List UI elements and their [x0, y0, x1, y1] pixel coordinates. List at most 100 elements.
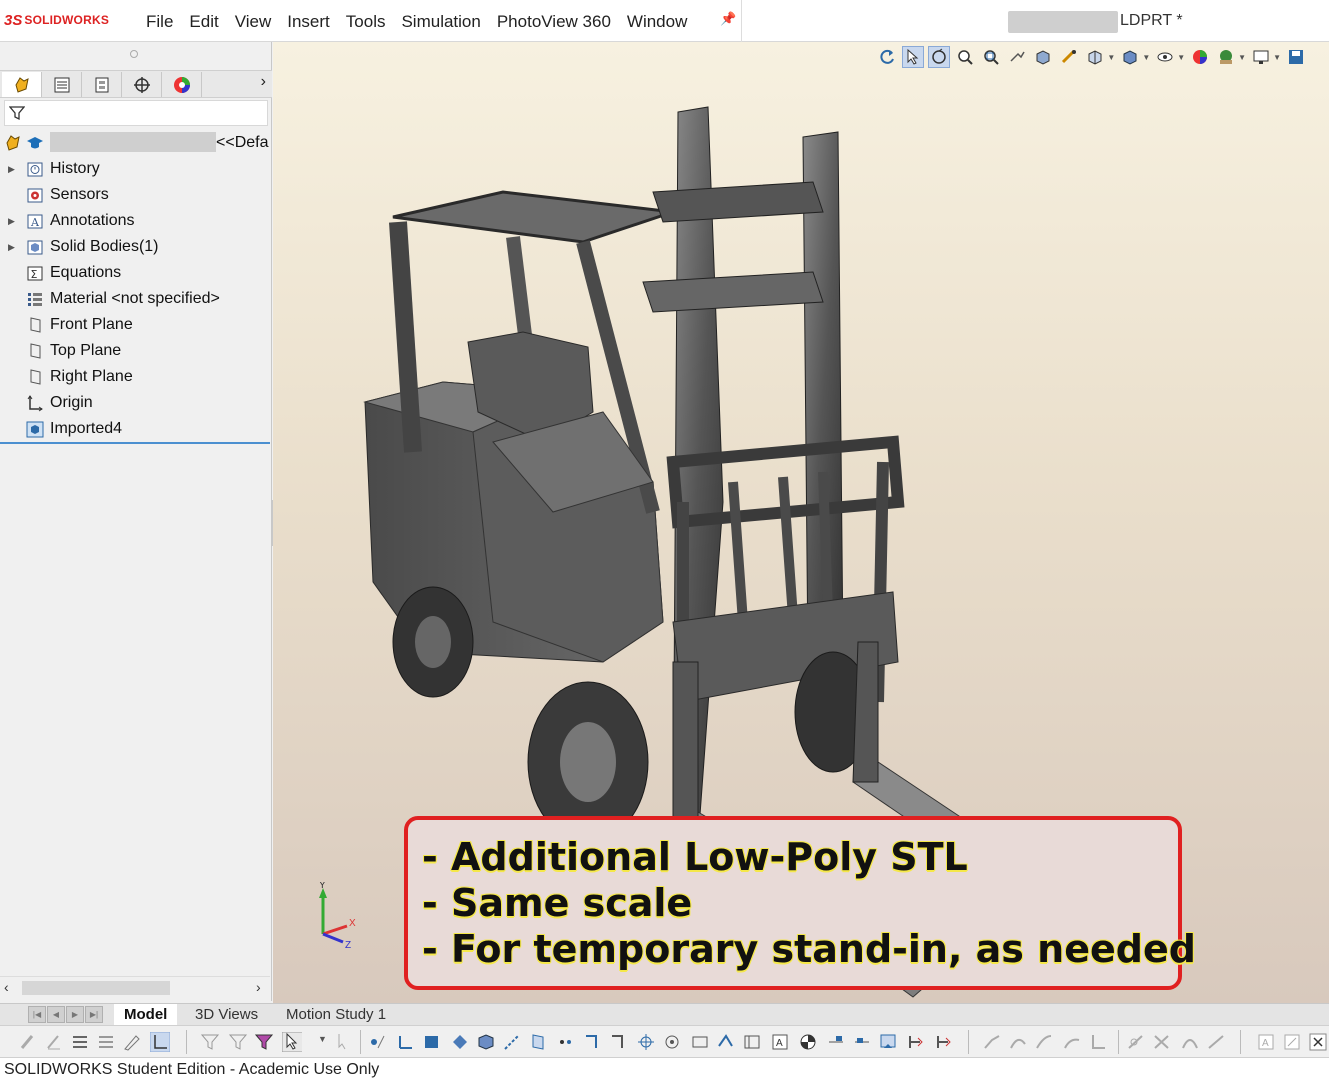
tree-item-imported4[interactable]: Imported4: [0, 416, 272, 442]
filter-planes-icon[interactable]: [528, 1032, 548, 1052]
first-tab-icon[interactable]: |◀: [28, 1006, 46, 1023]
view-orientation-icon[interactable]: [1084, 46, 1106, 68]
filter-loop-icon[interactable]: [1180, 1032, 1200, 1052]
chevron-down-icon[interactable]: ▼: [318, 1034, 327, 1044]
scrollbar-thumb[interactable]: [22, 981, 170, 995]
dynamic-annotation-icon[interactable]: [1058, 46, 1080, 68]
tree-item-annotations[interactable]: ▶ A Annotations: [0, 208, 272, 234]
edit-filter-icon[interactable]: [122, 1032, 142, 1052]
hide-show-items-icon[interactable]: [1154, 46, 1176, 68]
pin-icon[interactable]: 📌: [720, 11, 736, 27]
section-view-icon[interactable]: [1032, 46, 1054, 68]
chevron-down-icon[interactable]: ▼: [1273, 53, 1281, 62]
menu-file[interactable]: File: [138, 10, 181, 34]
rollback-bar[interactable]: [0, 442, 270, 444]
tab-feature-manager[interactable]: [2, 72, 42, 97]
clear-filters-icon[interactable]: [44, 1032, 64, 1052]
menu-simulation[interactable]: Simulation: [393, 10, 488, 34]
filter-cosmetic-threads-icon[interactable]: [878, 1032, 898, 1052]
horizontal-scrollbar[interactable]: ‹ ›: [0, 976, 270, 998]
select-all-filters-icon[interactable]: [70, 1032, 90, 1052]
save-icon[interactable]: [1285, 46, 1307, 68]
filter-datum-targets-icon[interactable]: [798, 1032, 818, 1052]
filter-connection-points-icon[interactable]: [934, 1032, 954, 1052]
filter-arc-icon[interactable]: [1034, 1032, 1054, 1052]
panel-grip[interactable]: [130, 50, 138, 58]
filter-notes-icon[interactable]: A: [770, 1032, 790, 1052]
filter-vertices-icon[interactable]: [368, 1032, 388, 1052]
filter-solid-bodies-icon[interactable]: [476, 1032, 496, 1052]
chevron-down-icon[interactable]: ▼: [1238, 53, 1246, 62]
tab-property-manager[interactable]: [42, 72, 82, 97]
tab-dimxpert-manager[interactable]: [122, 72, 162, 97]
menu-edit[interactable]: Edit: [181, 10, 226, 34]
view-settings-icon[interactable]: [1250, 46, 1272, 68]
tree-item-origin[interactable]: Origin: [0, 390, 272, 416]
next-tab-icon[interactable]: ▶: [66, 1006, 84, 1023]
tab-model[interactable]: Model: [114, 1004, 178, 1026]
filter-routing-points-icon[interactable]: [982, 1032, 1002, 1052]
filter-centerline-icon[interactable]: [662, 1032, 682, 1052]
prev-tab-icon[interactable]: ◀: [47, 1006, 65, 1023]
filter-sketch-icon[interactable]: [1152, 1032, 1172, 1052]
menu-insert[interactable]: Insert: [279, 10, 338, 34]
tab-display-manager[interactable]: [162, 72, 202, 97]
lasso-select-icon[interactable]: [334, 1032, 354, 1052]
chevron-down-icon[interactable]: ▼: [1177, 53, 1185, 62]
menu-tools[interactable]: Tools: [338, 10, 394, 34]
tree-root[interactable]: <<Defa: [0, 130, 272, 156]
filter-icon[interactable]: [228, 1032, 248, 1052]
tree-item-history[interactable]: ▶ History: [0, 156, 272, 182]
filter-icon[interactable]: [200, 1032, 220, 1052]
tab-configuration-manager[interactable]: [82, 72, 122, 97]
origin-filter-icon[interactable]: [150, 1032, 170, 1052]
apply-scene-icon[interactable]: [1215, 46, 1237, 68]
expand-arrow-icon[interactable]: ▶: [8, 164, 18, 175]
filter-spline-icon[interactable]: [1008, 1032, 1028, 1052]
chevron-down-icon[interactable]: ▼: [1142, 53, 1150, 62]
filter-geometric-tolerance-icon[interactable]: [742, 1032, 762, 1052]
display-style-icon[interactable]: [1119, 46, 1141, 68]
filter-welds-icon[interactable]: [1126, 1032, 1146, 1052]
filter-annotations-icon[interactable]: A: [1256, 1032, 1276, 1052]
filter-center-marks-icon[interactable]: [636, 1032, 656, 1052]
close-icon[interactable]: [1308, 1032, 1328, 1052]
scroll-left-icon[interactable]: ‹: [4, 979, 9, 995]
invert-selection-icon[interactable]: [96, 1032, 116, 1052]
edit-appearance-icon[interactable]: [1189, 46, 1211, 68]
tree-item-right-plane[interactable]: Right Plane: [0, 364, 272, 390]
filter-active-icon[interactable]: [254, 1032, 274, 1052]
tab-motion-study[interactable]: Motion Study 1: [276, 1004, 396, 1026]
chevron-down-icon[interactable]: ▼: [1107, 53, 1115, 62]
filter-faces-icon[interactable]: [422, 1032, 442, 1052]
expand-arrow-icon[interactable]: ▶: [8, 216, 18, 227]
filter-sketch-segments-icon[interactable]: [582, 1032, 602, 1052]
filter-curve-icon[interactable]: [1062, 1032, 1082, 1052]
filter-tables-icon[interactable]: [1282, 1032, 1302, 1052]
solidworks-logo[interactable]: 3S SOLIDWORKS: [4, 10, 109, 30]
tree-item-front-plane[interactable]: Front Plane: [0, 312, 272, 338]
tree-item-top-plane[interactable]: Top Plane: [0, 338, 272, 364]
tree-item-sensors[interactable]: Sensors: [0, 182, 272, 208]
tree-item-solid-bodies[interactable]: ▶ Solid Bodies(1): [0, 234, 272, 260]
expand-arrow-icon[interactable]: ▶: [8, 242, 18, 253]
filter-axes-icon[interactable]: [502, 1032, 522, 1052]
tab-3d-views[interactable]: 3D Views: [185, 1004, 268, 1026]
filter-corner-icon[interactable]: [1088, 1032, 1108, 1052]
menu-window[interactable]: Window: [619, 10, 695, 34]
filter-datum-features-icon[interactable]: [852, 1032, 872, 1052]
filter-weld-symbols-icon[interactable]: [826, 1032, 846, 1052]
filter-surface-bodies-icon[interactable]: [450, 1032, 470, 1052]
tree-item-material[interactable]: Material <not specified>: [0, 286, 272, 312]
scroll-right-icon[interactable]: ›: [256, 979, 261, 995]
menu-photoview[interactable]: PhotoView 360: [489, 10, 619, 34]
filter-blocks-icon[interactable]: [906, 1032, 926, 1052]
menu-view[interactable]: View: [227, 10, 280, 34]
last-tab-icon[interactable]: ▶|: [85, 1006, 103, 1023]
tree-item-equations[interactable]: Σ Equations: [0, 260, 272, 286]
filter-surface-finish-icon[interactable]: [716, 1032, 736, 1052]
filter-sketch-points-icon[interactable]: [556, 1032, 576, 1052]
tree-filter-input[interactable]: [4, 100, 268, 126]
chevron-right-icon[interactable]: ›: [261, 73, 266, 91]
filter-dimensions-icon[interactable]: [690, 1032, 710, 1052]
